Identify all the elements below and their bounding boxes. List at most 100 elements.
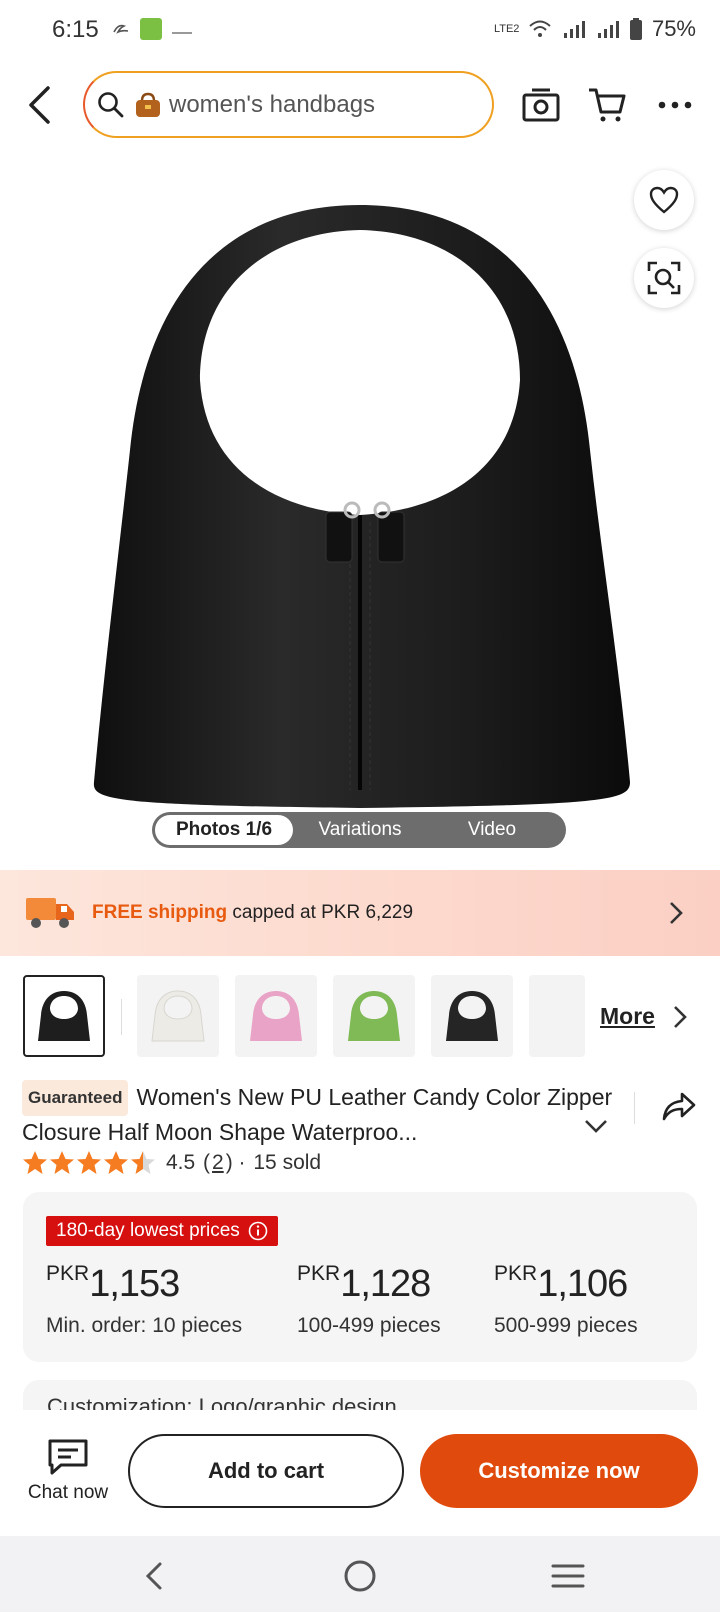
lowest-price-badge[interactable]: 180-day lowest prices <box>46 1216 278 1246</box>
info-icon <box>248 1221 268 1241</box>
share-icon[interactable] <box>662 1092 696 1122</box>
favorite-button[interactable] <box>634 170 694 230</box>
bottom-action-bar: Chat now Add to cart Customize now <box>0 1412 720 1536</box>
battery-percent: 75% <box>651 16 696 41</box>
add-to-cart-button[interactable]: Add to cart <box>128 1434 404 1508</box>
bag-thumb <box>250 991 302 1041</box>
more-variations-link[interactable]: More <box>600 1003 655 1030</box>
top-bar: women's handbags <box>0 68 720 142</box>
price-tier-1: PKR1,153 Min. order: 10 pieces <box>46 1262 242 1338</box>
wifi-icon <box>529 20 551 37</box>
back-button[interactable] <box>18 82 60 128</box>
battery-icon <box>629 18 642 40</box>
price-tier-3: PKR1,106 500-999 pieces <box>494 1262 638 1338</box>
price-tiers-box: 180-day lowest prices PKR1,153 Min. orde… <box>23 1192 697 1362</box>
nav-back-icon <box>145 1562 162 1590</box>
tab-photos[interactable]: Photos 1/6 <box>155 815 293 845</box>
signal-icon <box>563 21 585 38</box>
price-amount: 1,153 <box>89 1263 180 1305</box>
heart-icon <box>649 186 679 214</box>
currency: PKR <box>297 1262 341 1285</box>
system-nav-bar <box>0 1536 720 1612</box>
rating-close-paren: ) · <box>225 1151 252 1174</box>
tier-quantity: Min. order: 10 pieces <box>46 1314 243 1337</box>
chat-now-label: Chat now <box>27 1482 109 1503</box>
rating-row: 4.5 (2) · 15 sold <box>22 1150 321 1176</box>
lowest-price-label: 180-day lowest prices <box>56 1220 240 1241</box>
rating-value: 4.5 <box>166 1151 196 1174</box>
cart-button[interactable] <box>584 82 630 128</box>
product-title: Guaranteed Women's New PU Leather Candy C… <box>22 1080 622 1148</box>
back-icon <box>29 86 50 124</box>
thumbnail-black[interactable] <box>23 975 105 1057</box>
shipping-text: FREE shipping capped at PKR 6,229 <box>92 902 413 924</box>
thumbnail-pink[interactable] <box>235 975 317 1057</box>
rating-open-paren: ( <box>197 1151 211 1174</box>
product-image[interactable] <box>0 150 720 860</box>
price-tier-2: PKR1,128 100-499 pieces <box>297 1262 441 1338</box>
image-search-icon <box>647 261 681 295</box>
currency: PKR <box>46 1262 90 1285</box>
shipping-banner[interactable]: FREE shipping capped at PKR 6,229 <box>0 870 720 956</box>
chevron-right-icon <box>670 902 683 924</box>
rating-count[interactable]: 2 <box>212 1151 224 1175</box>
thumbnail-divider <box>121 999 122 1035</box>
status-right: LTE2 75% <box>494 16 696 42</box>
product-title-block: Guaranteed Women's New PU Leather Candy C… <box>22 1080 622 1148</box>
handbag-emoji-icon <box>136 92 160 117</box>
chat-now-button[interactable]: Chat now <box>22 1438 114 1504</box>
network-label: LTE2 <box>493 22 520 35</box>
notification-icons <box>112 18 192 40</box>
status-time: 6:15 <box>52 16 99 43</box>
thumbnail-green[interactable] <box>333 975 415 1057</box>
thumbnail-white[interactable] <box>137 975 219 1057</box>
thumbnail-black-2[interactable] <box>431 975 513 1057</box>
currency: PKR <box>494 1262 538 1285</box>
tab-variations[interactable]: Variations <box>293 815 427 845</box>
title-divider <box>634 1092 635 1124</box>
app2-notif-icon <box>172 24 192 34</box>
price-amount: 1,128 <box>340 1263 431 1305</box>
status-bar: 6:15 LTE2 75% <box>0 0 720 60</box>
handbag-image <box>93 205 630 808</box>
customize-now-button[interactable]: Customize now <box>420 1434 698 1508</box>
alibaba-notif-icon <box>113 24 129 34</box>
camera-icon <box>522 88 560 122</box>
visual-search-button[interactable] <box>634 248 694 308</box>
bag-thumb <box>446 991 498 1041</box>
app-notif-icon <box>140 18 162 40</box>
camera-search-button[interactable] <box>518 82 564 128</box>
bag-thumb <box>151 990 205 1042</box>
variation-thumbnails: More <box>0 975 720 1061</box>
nav-recents-button[interactable] <box>548 1556 588 1596</box>
search-icon <box>98 91 124 117</box>
chat-icon <box>48 1439 88 1475</box>
signal2-icon <box>597 21 619 38</box>
price-amount: 1,106 <box>537 1263 628 1305</box>
nav-home-button[interactable] <box>340 1556 380 1596</box>
customization-text: Customization: Logo/graphic design <box>47 1394 397 1410</box>
guaranteed-badge: Guaranteed <box>22 1080 129 1116</box>
cart-icon <box>589 88 626 122</box>
nav-back-button[interactable] <box>134 1556 174 1596</box>
customization-row[interactable]: Customization: Logo/graphic design <box>23 1380 697 1410</box>
more-icon <box>658 101 692 109</box>
rating-stars <box>23 1151 155 1174</box>
search-query: women's handbags <box>169 90 376 118</box>
media-tab-bar: Photos 1/6 Variations Video <box>152 812 566 848</box>
more-options-button[interactable] <box>652 82 698 128</box>
free-shipping-highlight: FREE shipping <box>92 902 228 923</box>
truck-icon <box>26 898 74 928</box>
thumbnail-blank[interactable] <box>529 975 585 1057</box>
nav-menu-icon <box>551 1564 585 1588</box>
chevron-right-icon <box>674 1006 687 1028</box>
sold-count: 15 sold <box>253 1151 322 1174</box>
bag-thumb <box>38 991 90 1041</box>
search-bar[interactable]: women's handbags <box>83 71 494 138</box>
expand-title-icon[interactable] <box>584 1118 608 1134</box>
nav-home-icon <box>344 1560 376 1592</box>
tier-quantity: 500-999 pieces <box>494 1314 638 1337</box>
shipping-cap: capped at PKR 6,229 <box>227 902 414 923</box>
bag-thumb <box>348 991 400 1041</box>
tab-video[interactable]: Video <box>427 815 557 845</box>
